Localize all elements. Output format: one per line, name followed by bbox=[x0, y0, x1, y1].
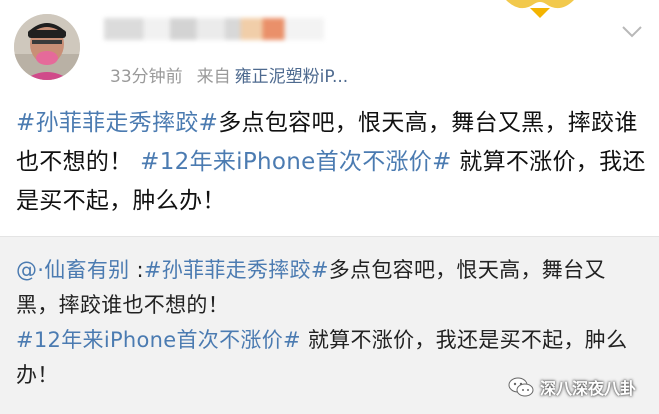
chevron-down-icon[interactable] bbox=[620, 24, 644, 40]
weibo-post: 33分钟前 来自 雍正泥塑粉iP... #孙菲菲走秀摔跤#多点包容吧，恨天高，舞台又… bbox=[0, 0, 659, 236]
username-redacted[interactable] bbox=[104, 18, 324, 40]
wechat-icon bbox=[508, 377, 534, 397]
source-link[interactable]: 雍正泥塑粉iP... bbox=[235, 67, 349, 87]
crown-badge-icon bbox=[506, 0, 574, 18]
hashtag-link[interactable]: #孙菲菲走秀摔跤# bbox=[144, 258, 329, 282]
repost-colon: : bbox=[129, 258, 144, 282]
source-prefix: 来自 bbox=[196, 67, 231, 87]
avatar[interactable] bbox=[14, 14, 80, 80]
watermark: 深八深夜八卦 bbox=[508, 372, 636, 402]
hashtag-link[interactable]: #12年来iPhone首次不涨价# bbox=[16, 328, 301, 352]
hashtag-link[interactable]: #12年来iPhone首次不涨价# bbox=[140, 149, 452, 175]
avatar-image bbox=[14, 14, 80, 80]
post-meta: 33分钟前 来自 雍正泥塑粉iP... bbox=[110, 62, 348, 87]
hashtag-link[interactable]: #孙菲菲走秀摔跤# bbox=[16, 110, 218, 136]
post-text: #孙菲菲走秀摔跤#多点包容吧，恨天高，舞台又黑，摔跤谁也不想的！ #12年来iP… bbox=[16, 104, 646, 221]
watermark-text: 深八深夜八卦 bbox=[540, 379, 637, 398]
post-time: 33分钟前 bbox=[110, 67, 183, 87]
repost-user-link[interactable]: @·仙畜有别 bbox=[16, 258, 129, 282]
